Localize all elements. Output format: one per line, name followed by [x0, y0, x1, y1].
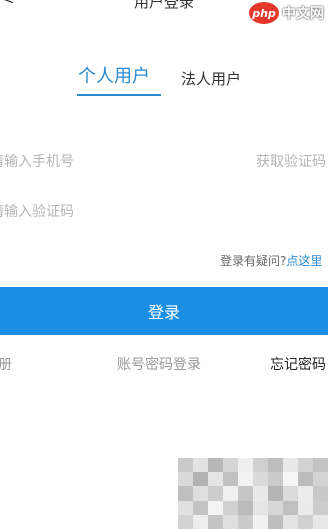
pixel-block — [283, 472, 298, 487]
pixel-block — [208, 472, 223, 487]
pixel-block — [298, 472, 313, 487]
tab-corporate-user[interactable]: 法人用户 — [181, 68, 241, 89]
pixel-block — [208, 486, 223, 501]
login-help-question: 登录有疑问? — [220, 254, 287, 268]
active-tab-indicator — [77, 94, 161, 96]
pixel-block — [223, 458, 238, 473]
watermark: php 中文网 — [249, 2, 324, 24]
pixel-block — [313, 472, 328, 487]
pixel-block — [178, 500, 193, 515]
user-type-tabs: 个人用户 法人用户 — [0, 60, 328, 100]
pixel-block — [223, 486, 238, 501]
pixel-block — [223, 500, 238, 515]
pixel-block — [208, 500, 223, 515]
pixel-block — [298, 486, 313, 501]
pixel-block — [223, 514, 238, 529]
pixel-block — [193, 500, 208, 515]
pixel-block — [193, 458, 208, 473]
pixel-block — [193, 486, 208, 501]
pixel-block — [268, 458, 283, 473]
pixel-block — [178, 458, 193, 473]
pixel-block — [313, 500, 328, 515]
pixel-block — [193, 472, 208, 487]
pixel-block — [238, 458, 253, 473]
pixel-block — [193, 514, 208, 529]
pixel-block — [178, 486, 193, 501]
pixel-block — [238, 486, 253, 501]
login-page: < 用户登录 php 中文网 个人用户 法人用户 请输入手机号 获取验证码 请输… — [0, 0, 328, 529]
pixel-block — [238, 500, 253, 515]
pixel-block — [253, 472, 268, 487]
pixel-block — [268, 514, 283, 529]
pixel-block — [253, 458, 268, 473]
pixel-block — [313, 458, 328, 473]
pixelated-image — [178, 458, 328, 529]
pixel-block — [298, 500, 313, 515]
phone-input[interactable]: 请输入手机号 — [0, 151, 74, 171]
pixel-block — [298, 514, 313, 529]
watermark-logo: php — [249, 2, 279, 24]
pixel-block — [283, 514, 298, 529]
tab-personal-user[interactable]: 个人用户 — [78, 62, 150, 88]
pixel-block — [238, 472, 253, 487]
pixel-block — [178, 472, 193, 487]
get-code-button[interactable]: 获取验证码 — [256, 151, 326, 171]
pixel-block — [313, 486, 328, 501]
login-button[interactable]: 登录 — [0, 287, 328, 335]
pixel-block — [223, 472, 238, 487]
password-login-link[interactable]: 账号密码登录 — [117, 354, 201, 374]
pixel-block — [238, 514, 253, 529]
pixel-block — [313, 514, 328, 529]
watermark-text: 中文网 — [282, 6, 324, 22]
register-link[interactable]: 注册 — [0, 354, 12, 374]
pixel-block — [208, 514, 223, 529]
pixel-block — [253, 514, 268, 529]
pixel-block — [178, 514, 193, 529]
verification-code-input[interactable]: 请输入验证码 — [0, 201, 74, 221]
pixel-block — [283, 486, 298, 501]
pixel-block — [253, 500, 268, 515]
login-help: 登录有疑问?点这里 — [220, 252, 322, 269]
pixel-block — [283, 458, 298, 473]
pixel-block — [298, 458, 313, 473]
pixel-block — [253, 486, 268, 501]
pixel-block — [268, 500, 283, 515]
pixel-block — [268, 472, 283, 487]
pixel-block — [268, 486, 283, 501]
pixel-block — [283, 500, 298, 515]
forgot-password-link[interactable]: 忘记密码 — [270, 354, 326, 374]
pixel-block — [208, 458, 223, 473]
login-help-link[interactable]: 点这里 — [286, 254, 322, 268]
